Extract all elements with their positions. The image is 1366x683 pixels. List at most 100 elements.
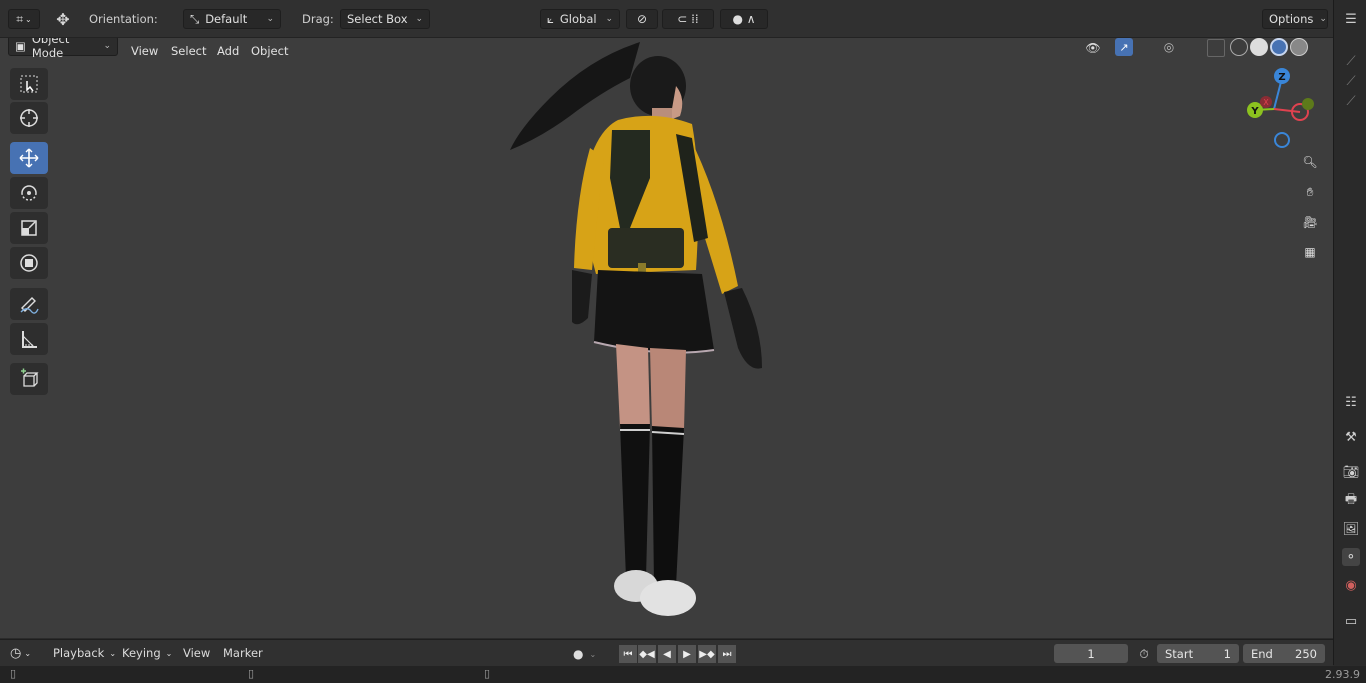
jump-end-icon[interactable]: ⏭ <box>718 645 736 663</box>
chevron-down-icon: ⌄ <box>103 41 111 51</box>
pivot-point-button[interactable]: ⊘ <box>626 9 658 29</box>
global-axes-icon: ⟀ <box>547 11 554 26</box>
scale-tool[interactable] <box>10 212 48 244</box>
end-value: 250 <box>1295 646 1317 661</box>
wireframe-shading-icon[interactable] <box>1230 38 1248 56</box>
move-icon <box>19 148 39 168</box>
orientation-icon: ⤡ <box>190 11 200 26</box>
gizmo-toggle-icon[interactable]: ↗ <box>1115 38 1133 56</box>
zoom-icon[interactable]: 🔍︎ <box>1297 149 1323 175</box>
measure-tool[interactable] <box>10 323 48 355</box>
material-preview-icon[interactable] <box>1270 38 1288 56</box>
pivot-icon: ⊘ <box>636 12 648 26</box>
3d-viewport[interactable]: ▣ Object Mode ⌄ View Select Add Object 👁… <box>0 38 1333 638</box>
render-properties-icon[interactable]: 📷︎ <box>1342 463 1360 481</box>
menu-object[interactable]: Object <box>245 41 294 61</box>
outliner-icon[interactable]: ☰ <box>1342 10 1360 28</box>
timeline-header: ◷ ⌄ Playback ⌄ Keying ⌄ View Marker ● ⌄ ⏮ ◆◀… <box>0 639 1333 667</box>
gizmo-y-label: Y <box>1250 106 1259 117</box>
properties-editor-icon[interactable]: ☷ <box>1342 393 1360 411</box>
menu-timeline-view[interactable]: View <box>183 646 210 660</box>
output-properties-icon[interactable]: 🖶︎ <box>1342 492 1360 510</box>
menu-keying[interactable]: Keying ⌄ <box>122 646 172 660</box>
ruler-icon <box>22 331 37 348</box>
pencil-icon <box>20 297 39 314</box>
play-icon[interactable]: ▶ <box>678 645 696 663</box>
select-box-tool[interactable] <box>10 68 48 100</box>
move-tool-icon[interactable]: ✥ <box>50 9 76 29</box>
proportional-editing-button[interactable]: ● ∧ <box>720 9 768 29</box>
mouse-right-icon: ▯ <box>484 667 491 680</box>
prev-keyframe-icon[interactable]: ◆◀ <box>638 645 656 663</box>
transform-tool[interactable] <box>10 247 48 279</box>
drag-value: Select Box <box>347 12 408 26</box>
cursor-tool[interactable] <box>10 102 48 134</box>
chevron-down-icon: ⌄ <box>415 14 423 24</box>
transform-icon <box>20 254 38 272</box>
menu-marker[interactable]: Marker <box>223 646 263 660</box>
menu-select[interactable]: Select <box>165 41 212 61</box>
collection-properties-icon[interactable]: ▭ <box>1342 612 1360 630</box>
end-label: End <box>1251 646 1273 661</box>
transform-orientation-value: Global <box>559 12 597 26</box>
gizmo-neg-y-axis[interactable] <box>1302 98 1314 110</box>
start-value: 1 <box>1223 646 1231 661</box>
solid-shading-icon[interactable] <box>1250 38 1268 56</box>
end-frame-field[interactable]: End 250 <box>1243 644 1325 663</box>
next-keyframe-icon[interactable]: ▶◆ <box>698 645 716 663</box>
select-box-icon <box>20 75 38 93</box>
drag-dropdown[interactable]: Select Box ⌄ <box>340 9 430 29</box>
object-mode-icon: ▣ <box>15 39 26 53</box>
move-tool[interactable] <box>10 142 48 174</box>
tool-properties-icon[interactable]: ⚒ <box>1342 428 1360 446</box>
gizmo-x-label: X <box>1263 98 1269 107</box>
object-mode-dropdown[interactable]: ▣ Object Mode ⌄ <box>8 38 118 60</box>
chevron-down-icon: ⌄ <box>605 14 613 24</box>
jump-start-icon[interactable]: ⏮ <box>619 645 637 663</box>
view-layer-icon[interactable]: 🖼︎ <box>1342 520 1360 538</box>
transform-orientation-dropdown[interactable]: ⟀ Global ⌄ <box>540 9 620 29</box>
chevron-down-icon: ⌄ <box>165 648 173 658</box>
chevron-down-icon: ⌄ <box>109 648 117 658</box>
options-dropdown[interactable]: Options ⌄ <box>1262 9 1328 29</box>
menu-view[interactable]: View <box>125 41 164 61</box>
overlays-icon[interactable]: ◎ <box>1160 38 1178 56</box>
playback-label: Playback <box>53 646 105 660</box>
drag-label: Drag: <box>302 12 334 26</box>
menu-playback[interactable]: Playback ⌄ <box>53 646 116 660</box>
navigation-gizmo[interactable]: Z Y X <box>1240 64 1320 154</box>
scene-properties-icon[interactable]: ⚬ <box>1342 548 1360 566</box>
orientation-dropdown[interactable]: ⤡ Default ⌄ <box>183 9 281 29</box>
camera-icon[interactable]: 🎥︎ <box>1297 209 1323 235</box>
menu-add[interactable]: Add <box>211 41 245 61</box>
shading-mode-group <box>1230 38 1310 56</box>
visibility-icon[interactable]: 👁︎ <box>1078 38 1108 58</box>
gizmo-neg-z-axis[interactable] <box>1274 132 1290 148</box>
constraint-icon[interactable]: ⟋ <box>1342 72 1360 90</box>
stopwatch-icon[interactable]: ⏱ <box>1135 645 1153 663</box>
constraint-icon[interactable]: ⟋ <box>1342 52 1360 70</box>
play-reverse-icon[interactable]: ◀ <box>658 645 676 663</box>
world-properties-icon[interactable]: ◉ <box>1342 576 1360 594</box>
snap-button[interactable]: ⊂ ⁞⁞ <box>662 9 714 29</box>
annotate-tool[interactable] <box>10 288 48 320</box>
add-cube-tool[interactable] <box>10 363 48 395</box>
character-model[interactable] <box>480 38 800 638</box>
chevron-down-icon: ⌄ <box>1319 14 1327 24</box>
mouse-middle-icon: ▯ <box>248 667 255 680</box>
editor-type-button[interactable]: ⌗ ⌄ <box>8 9 40 29</box>
auto-keying-button[interactable]: ● ⌄ <box>573 645 609 663</box>
orientation-value: Default <box>205 12 248 26</box>
pan-hand-icon[interactable]: ✋︎ <box>1297 179 1323 205</box>
grid-perspective-icon[interactable]: ▦ <box>1297 239 1323 265</box>
constraint-icon[interactable]: ⟋ <box>1342 92 1360 110</box>
clock-icon: ◷ <box>10 646 22 661</box>
orientation-label: Orientation: <box>89 12 158 26</box>
xray-icon[interactable] <box>1207 39 1225 57</box>
current-frame-field[interactable]: 1 <box>1054 644 1128 663</box>
mouse-left-icon: ▯ <box>10 667 17 680</box>
rotate-tool[interactable] <box>10 177 48 209</box>
start-frame-field[interactable]: Start 1 <box>1157 644 1239 663</box>
rendered-shading-icon[interactable] <box>1290 38 1308 56</box>
timeline-editor-type[interactable]: ◷ ⌄ <box>10 646 31 661</box>
